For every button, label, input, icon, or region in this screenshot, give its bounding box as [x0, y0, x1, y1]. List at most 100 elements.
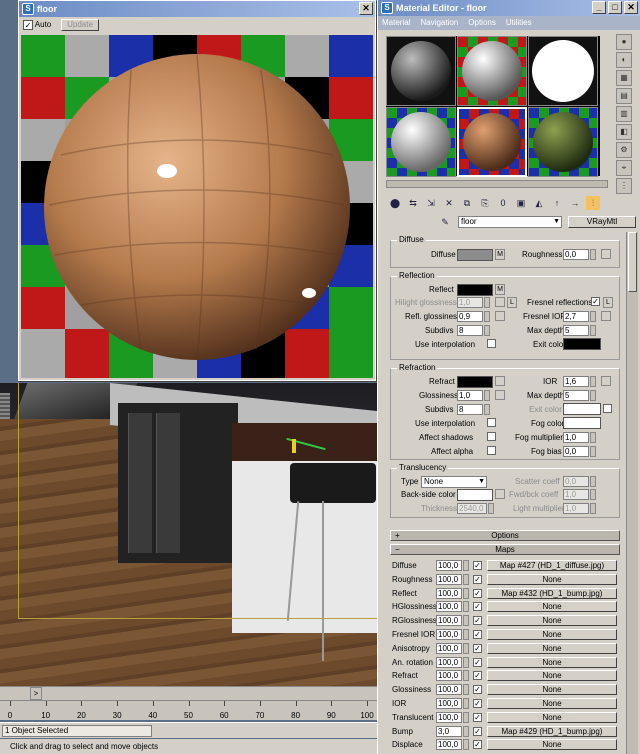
refl-glossiness-spinner[interactable] [484, 311, 490, 322]
material-name-field[interactable]: floor ▼ [458, 216, 562, 228]
refract-map-button[interactable] [495, 376, 505, 386]
map-amount-spinner[interactable] [463, 656, 469, 668]
options-rollout[interactable]: + Options [390, 530, 620, 541]
affect-alpha-checkbox[interactable] [487, 446, 496, 455]
diffuse-color-swatch[interactable] [457, 249, 493, 261]
maps-rollout[interactable]: − Maps [390, 544, 620, 555]
thickness-input[interactable]: 2540,0 [457, 503, 487, 514]
refl-max-depth-input[interactable]: 5 [563, 325, 589, 336]
refr-use-interpolation-checkbox[interactable] [487, 418, 496, 427]
map-slot-button[interactable]: None [487, 615, 617, 627]
map-amount-input[interactable]: 3,0 [436, 725, 462, 737]
map-slot-button[interactable]: Map #429 (HD_1_bump.jpg) [487, 725, 617, 737]
close-button[interactable]: ✕ [624, 1, 638, 14]
roughness-input[interactable]: 0,0 [563, 249, 589, 260]
map-enabled-checkbox[interactable]: ✓ [473, 602, 482, 612]
map-amount-spinner[interactable] [463, 587, 469, 599]
reset-map-icon[interactable]: ✕ [442, 196, 456, 210]
roughness-map-button[interactable] [601, 249, 611, 259]
map-amount-spinner[interactable] [463, 711, 469, 723]
backlight-icon[interactable]: ◐ [616, 52, 632, 68]
map-amount-spinner[interactable] [463, 739, 469, 751]
sample-slot-5-active[interactable] [457, 107, 527, 177]
map-slot-button[interactable]: None [487, 656, 617, 668]
hilight-map-button[interactable] [495, 297, 505, 307]
map-enabled-checkbox[interactable]: ✓ [473, 561, 482, 570]
map-amount-spinner[interactable] [463, 573, 469, 585]
map-enabled-checkbox[interactable]: ✓ [473, 643, 482, 653]
go-forward-sibling-icon[interactable]: → [568, 196, 582, 210]
refl-glossiness-input[interactable]: 0,9 [457, 311, 483, 322]
pick-material-icon[interactable]: ⫶ [586, 196, 600, 210]
map-slot-button[interactable]: Map #432 (HD_1_bump.jpg) [487, 587, 617, 599]
material-editor-titlebar[interactable]: S Material Editor - floor _ □ ✕ [378, 0, 640, 16]
roughness-spinner[interactable] [590, 249, 596, 260]
refl-exit-color-swatch[interactable] [563, 338, 601, 350]
get-material-icon[interactable]: ⬤ [388, 196, 402, 210]
map-amount-input[interactable]: 100,0 [436, 698, 462, 709]
fresnel-ior-map-button[interactable] [601, 311, 611, 321]
map-amount-input[interactable]: 100,0 [436, 615, 462, 627]
diffuse-map-button[interactable]: M [495, 249, 505, 260]
material-type-button[interactable]: VRayMtl [568, 216, 636, 228]
map-slot-button[interactable]: None [487, 684, 617, 696]
hilight-glossiness-input[interactable]: 1,0 [457, 297, 483, 308]
map-amount-input[interactable]: 100,0 [436, 629, 462, 640]
map-amount-input[interactable]: 100,0 [436, 573, 462, 585]
affect-shadows-checkbox[interactable] [487, 432, 496, 441]
sample-type-icon[interactable]: ● [616, 34, 632, 50]
light-multiplier-input[interactable]: 1,0 [563, 503, 589, 514]
refr-exit-color-checkbox[interactable] [603, 404, 612, 413]
eyedropper-icon[interactable]: ✎ [438, 215, 452, 229]
video-color-check-icon[interactable]: ▥ [616, 106, 632, 122]
map-slot-button[interactable]: None [487, 739, 617, 751]
map-amount-spinner[interactable] [463, 670, 469, 682]
fresnel-reflections-checkbox[interactable]: ✓ [591, 297, 600, 306]
map-slot-button[interactable]: None [487, 601, 617, 613]
slots-scrollbar[interactable] [386, 180, 608, 188]
auto-toggle[interactable]: ✓ Auto [23, 20, 51, 30]
glossiness-spinner[interactable] [484, 390, 490, 401]
refl-max-depth-spinner[interactable] [590, 325, 596, 336]
hilight-lock-button[interactable]: L [507, 297, 517, 308]
fog-multiplier-spinner[interactable] [590, 432, 596, 443]
chevron-down-icon[interactable]: ▼ [553, 217, 560, 227]
map-slot-button[interactable]: None [487, 698, 617, 709]
fog-bias-input[interactable]: 0,0 [563, 446, 589, 457]
sample-slot-1[interactable] [386, 36, 456, 106]
back-side-map-button[interactable] [495, 489, 505, 499]
render-titlebar[interactable]: S floor ✕ [19, 1, 375, 17]
map-amount-spinner[interactable] [463, 642, 469, 654]
reflect-map-button[interactable]: M [495, 284, 505, 295]
update-button[interactable]: Update [61, 19, 99, 31]
hilight-spinner[interactable] [484, 297, 490, 308]
map-amount-input[interactable]: 100,0 [436, 642, 462, 654]
map-amount-spinner[interactable] [463, 698, 469, 709]
sample-slot-6[interactable] [528, 107, 598, 177]
glossiness-input[interactable]: 1,0 [457, 390, 483, 401]
chevron-right-icon[interactable]: > [30, 687, 42, 700]
scatter-coeff-input[interactable]: 0,0 [563, 476, 589, 487]
refl-glossiness-map-button[interactable] [495, 311, 505, 321]
thickness-spinner[interactable] [488, 503, 494, 514]
refr-max-depth-input[interactable]: 5 [563, 390, 589, 401]
map-slot-button[interactable]: Map #427 (HD_1_diffuse.jpg) [487, 560, 617, 571]
sample-slot-4[interactable] [386, 107, 456, 177]
fwd-bck-coeff-spinner[interactable] [590, 489, 596, 500]
parameters-scrollbar[interactable] [626, 232, 638, 754]
map-enabled-checkbox[interactable]: ✓ [473, 671, 482, 681]
minimize-button[interactable]: _ [592, 1, 606, 14]
back-side-color-swatch[interactable] [457, 489, 493, 501]
map-amount-spinner[interactable] [463, 601, 469, 613]
ior-input[interactable]: 1,6 [563, 376, 589, 387]
put-to-scene-icon[interactable]: ⇆ [406, 196, 420, 210]
refr-subdivs-input[interactable]: 8 [457, 404, 483, 415]
refl-use-interpolation-checkbox[interactable] [487, 339, 496, 348]
select-by-material-icon[interactable]: ⌖ [616, 160, 632, 176]
put-to-library-icon[interactable]: ⎘ [478, 196, 492, 210]
fog-color-swatch[interactable] [563, 417, 601, 429]
gizmo-y-axis[interactable] [292, 439, 296, 453]
map-slot-button[interactable]: None [487, 670, 617, 682]
menu-navigation[interactable]: Navigation [420, 16, 458, 30]
show-map-in-viewport-icon[interactable]: ▣ [514, 196, 528, 210]
